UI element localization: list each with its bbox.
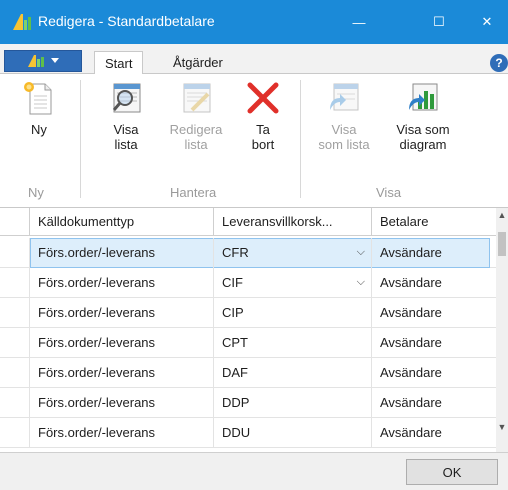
- group-label-ny: Ny: [28, 185, 44, 200]
- cell-source-document-type[interactable]: Förs.order/-leverans: [30, 268, 214, 298]
- ribbon-separator: [80, 80, 81, 198]
- view-list-label-2: lista: [114, 137, 138, 152]
- table-row[interactable]: Förs.order/-leverans DDU Avsändare: [0, 418, 496, 448]
- show-as-list-button[interactable]: Visa som lista: [308, 80, 380, 152]
- chevron-down-icon[interactable]: ⌵: [357, 276, 365, 289]
- row-selector[interactable]: [0, 268, 30, 298]
- app-chart-icon: [28, 55, 44, 67]
- payer-grid: Källdokumenttyp Leveransvillkorsk... Bet…: [0, 208, 508, 452]
- maximize-button[interactable]: ☐: [416, 0, 462, 44]
- cell-delivery-terms-value: CIF: [222, 275, 243, 290]
- dialog-footer: OK: [0, 452, 508, 490]
- row-selector[interactable]: [0, 418, 30, 448]
- delete-button[interactable]: Ta bort: [238, 80, 288, 152]
- table-row[interactable]: Förs.order/-leverans CPT Avsändare: [0, 328, 496, 358]
- view-list-icon: [108, 80, 144, 116]
- close-button[interactable]: ✕: [466, 0, 508, 44]
- ribbon-tab-row: Start Åtgärder ?: [0, 44, 508, 75]
- view-list-label-1: Visa: [113, 122, 139, 137]
- cell-payer[interactable]: Avsändare: [372, 418, 496, 448]
- show-as-chart-label-2: diagram: [399, 137, 447, 152]
- show-as-list-icon: [326, 80, 362, 116]
- row-selector-header: [0, 208, 30, 236]
- edit-list-label-2: lista: [184, 137, 208, 152]
- title-bar: Redigera - Standardbetalare — ☐ ✕: [0, 0, 508, 44]
- group-label-hantera: Hantera: [170, 185, 217, 200]
- tab-start[interactable]: Start: [94, 51, 144, 75]
- column-header-source[interactable]: Källdokumenttyp: [30, 208, 214, 236]
- delete-x-icon: [245, 80, 281, 116]
- edit-list-label-1: Redigera: [169, 122, 223, 137]
- row-selector[interactable]: [0, 358, 30, 388]
- column-header-terms[interactable]: Leveransvillkorsk...: [214, 208, 372, 236]
- delete-label-2: bort: [251, 137, 275, 152]
- column-header-payer[interactable]: Betalare: [372, 208, 496, 236]
- cell-payer[interactable]: Avsändare: [372, 358, 496, 388]
- cell-delivery-terms[interactable]: DDU: [214, 418, 372, 448]
- cell-source-document-type[interactable]: Förs.order/-leverans: [30, 358, 214, 388]
- delete-label-1: Ta: [256, 122, 270, 137]
- cell-delivery-terms[interactable]: CIP: [214, 298, 372, 328]
- cell-source-document-type[interactable]: Förs.order/-leverans: [30, 298, 214, 328]
- new-button[interactable]: Ny: [16, 80, 62, 137]
- cell-delivery-terms[interactable]: CIF ⌵: [214, 268, 372, 298]
- edit-list-icon: [178, 80, 214, 116]
- cell-source-document-type[interactable]: Förs.order/-leverans: [30, 328, 214, 358]
- show-as-chart-button[interactable]: Visa som diagram: [386, 80, 460, 152]
- cell-delivery-terms[interactable]: DDP: [214, 388, 372, 418]
- chevron-down-icon[interactable]: ⌵: [357, 246, 365, 259]
- cell-payer[interactable]: Avsändare: [372, 238, 496, 268]
- cell-delivery-terms[interactable]: DAF: [214, 358, 372, 388]
- cell-payer[interactable]: Avsändare: [372, 268, 496, 298]
- minimize-button[interactable]: —: [336, 0, 382, 44]
- show-as-chart-icon: [405, 80, 441, 116]
- window-title: Redigera - Standardbetalare: [38, 13, 215, 29]
- cell-delivery-terms[interactable]: CPT: [214, 328, 372, 358]
- cell-source-document-type[interactable]: Förs.order/-leverans: [30, 388, 214, 418]
- table-row[interactable]: Förs.order/-leverans DDP Avsändare: [0, 388, 496, 418]
- app-menu-button[interactable]: [4, 50, 82, 72]
- show-as-list-label-2: som lista: [318, 137, 370, 152]
- group-label-visa: Visa: [376, 185, 402, 200]
- cell-payer[interactable]: Avsändare: [372, 328, 496, 358]
- row-selector[interactable]: [0, 298, 30, 328]
- show-as-chart-label-1: Visa som: [396, 122, 450, 137]
- new-document-icon: [21, 80, 57, 116]
- scroll-down-icon[interactable]: ▼: [496, 422, 508, 434]
- edit-list-button[interactable]: Redigera lista: [160, 80, 232, 152]
- scrollbar-thumb[interactable]: [498, 232, 506, 256]
- cell-delivery-terms-value: DDU: [222, 425, 251, 440]
- vertical-scrollbar[interactable]: ▲ ▼: [496, 208, 508, 452]
- cell-delivery-terms-value: CFR: [222, 245, 249, 260]
- row-selector[interactable]: [0, 328, 30, 358]
- scroll-up-icon[interactable]: ▲: [496, 210, 508, 222]
- cell-source-document-type[interactable]: Förs.order/-leverans: [30, 418, 214, 448]
- view-list-button[interactable]: Visa lista: [96, 80, 156, 152]
- row-selector[interactable]: [0, 388, 30, 418]
- table-row[interactable]: Förs.order/-leverans DAF Avsändare: [0, 358, 496, 388]
- table-row[interactable]: Förs.order/-leverans CIF ⌵ Avsändare: [0, 268, 496, 298]
- ribbon: Ny Ny Visa lista Redigera lista Ta bort …: [0, 74, 508, 208]
- grid-header: Källdokumenttyp Leveransvillkorsk... Bet…: [0, 208, 496, 236]
- table-row[interactable]: Förs.order/-leverans CFR ⌵ Avsändare: [0, 238, 496, 268]
- chevron-down-icon: [51, 58, 59, 63]
- help-icon[interactable]: ?: [490, 54, 508, 72]
- cell-delivery-terms-value: CPT: [222, 335, 248, 350]
- cell-source-document-type[interactable]: Förs.order/-leverans: [30, 238, 214, 268]
- tab-atgarder[interactable]: Åtgärder: [163, 51, 233, 75]
- new-button-label: Ny: [31, 122, 47, 137]
- cell-delivery-terms[interactable]: CFR ⌵: [214, 238, 372, 268]
- show-as-list-label-1: Visa: [331, 122, 357, 137]
- ribbon-separator: [300, 80, 301, 198]
- cell-payer[interactable]: Avsändare: [372, 298, 496, 328]
- cell-delivery-terms-value: CIP: [222, 305, 244, 320]
- cell-payer[interactable]: Avsändare: [372, 388, 496, 418]
- cell-delivery-terms-value: DAF: [222, 365, 248, 380]
- cell-delivery-terms-value: DDP: [222, 395, 250, 410]
- app-chart-icon: [13, 14, 31, 30]
- row-selector[interactable]: [0, 238, 30, 268]
- ok-button[interactable]: OK: [406, 459, 498, 485]
- table-row[interactable]: Förs.order/-leverans CIP Avsändare: [0, 298, 496, 328]
